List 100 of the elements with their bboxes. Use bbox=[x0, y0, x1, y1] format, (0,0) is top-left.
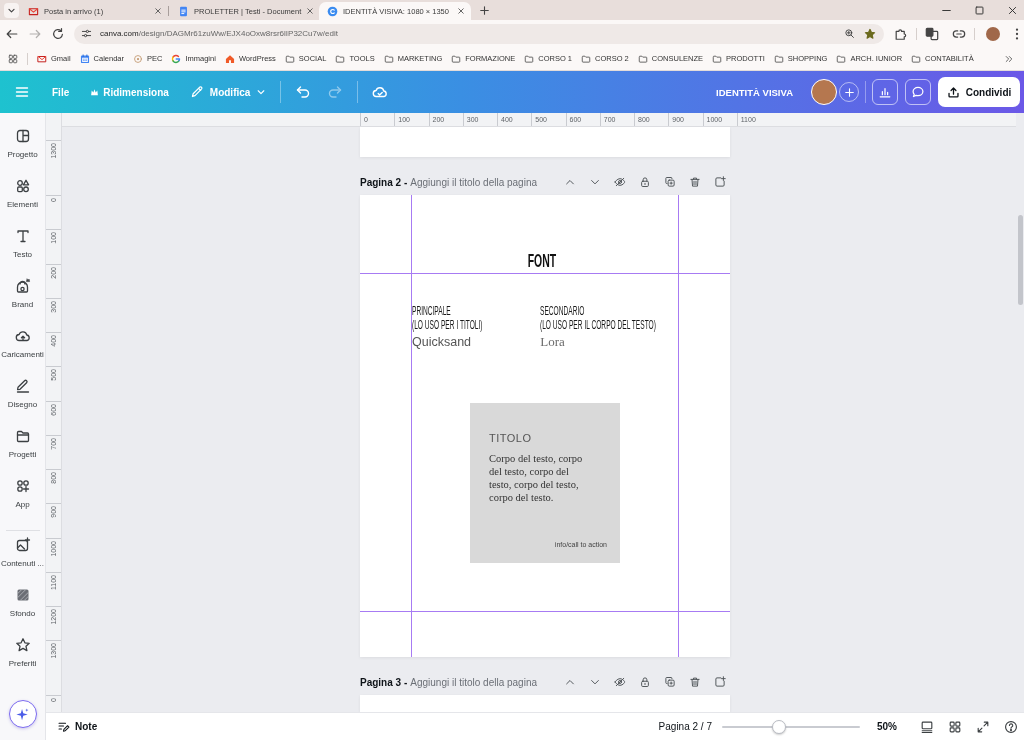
scrollbar-thumb[interactable] bbox=[1017, 215, 1023, 305]
sidebar-item[interactable]: Contenuti ... bbox=[0, 535, 45, 585]
sidebar-item[interactable]: Sfondo bbox=[0, 585, 45, 635]
star-icon[interactable] bbox=[864, 27, 876, 40]
folder-icon bbox=[911, 53, 922, 64]
bar-chart-icon bbox=[878, 85, 892, 99]
star-icon bbox=[14, 637, 31, 653]
expand-icon[interactable] bbox=[976, 719, 990, 734]
text-icon bbox=[14, 228, 31, 244]
comments-button[interactable] bbox=[905, 79, 931, 105]
folder-icon bbox=[712, 53, 723, 64]
heading-text: FONT bbox=[527, 251, 557, 271]
folder-icon bbox=[14, 428, 31, 444]
g-logo-icon bbox=[171, 53, 182, 64]
help-icon[interactable] bbox=[1004, 719, 1018, 734]
close-icon[interactable] bbox=[306, 7, 315, 15]
ring-dot-icon bbox=[133, 53, 144, 64]
assistant-button[interactable] bbox=[8, 700, 37, 728]
trash-icon[interactable] bbox=[689, 176, 701, 188]
avatar[interactable] bbox=[811, 79, 837, 105]
sidebar-item[interactable]: Progetti bbox=[0, 426, 45, 476]
comment-icon bbox=[911, 85, 925, 99]
cloud-upload-icon bbox=[14, 328, 31, 344]
add-page-icon[interactable] bbox=[714, 676, 726, 688]
reload-icon[interactable] bbox=[51, 26, 65, 41]
close-icon[interactable] bbox=[154, 7, 162, 15]
trash-icon[interactable] bbox=[689, 676, 701, 688]
sidebar-item[interactable]: Brand bbox=[0, 276, 45, 326]
chevron-down-icon bbox=[256, 87, 267, 97]
apps-icon bbox=[14, 478, 31, 494]
lock-icon[interactable] bbox=[639, 176, 651, 188]
puzzle-icon[interactable] bbox=[894, 26, 908, 41]
screen-icon[interactable] bbox=[920, 719, 934, 734]
page-title-field[interactable]: Aggiungi il titolo della pagina bbox=[410, 676, 537, 688]
profile-avatar[interactable] bbox=[986, 26, 1000, 41]
slider-thumb[interactable] bbox=[771, 719, 786, 734]
calendar-icon bbox=[79, 53, 90, 64]
folder-icon bbox=[836, 53, 847, 64]
apps-grid-icon[interactable] bbox=[8, 53, 18, 64]
cloud-check-icon[interactable] bbox=[372, 84, 389, 100]
page-title-field[interactable]: Aggiungi il titolo della pagina bbox=[410, 176, 537, 188]
eye-slash-icon[interactable] bbox=[614, 676, 626, 688]
zoom-slider[interactable] bbox=[722, 719, 860, 734]
maximize-icon[interactable] bbox=[974, 4, 985, 16]
double-chevron-icon[interactable] bbox=[1004, 53, 1014, 64]
share-icon bbox=[946, 85, 960, 99]
overlapping-squares-icon[interactable] bbox=[925, 26, 939, 41]
shapes-icon bbox=[14, 178, 31, 194]
sidebar-item[interactable]: Caricamenti bbox=[0, 326, 45, 376]
page-indicator[interactable]: Pagina 2 / 7 bbox=[658, 721, 712, 732]
eye-slash-icon[interactable] bbox=[614, 176, 626, 188]
share-button[interactable]: Condividi bbox=[938, 77, 1020, 107]
layout-icon bbox=[14, 128, 31, 144]
circle-logo-icon bbox=[327, 5, 338, 17]
notes-button[interactable]: Note bbox=[57, 720, 98, 733]
zoom-percentage[interactable]: 50% bbox=[877, 721, 897, 732]
image-plus-icon bbox=[14, 537, 31, 553]
font-usage-note: (LO USO PER IL CORPO DEL TESTO) bbox=[540, 318, 657, 332]
font-role-label: SECONDARIO bbox=[540, 304, 585, 318]
envelope-icon bbox=[28, 5, 39, 17]
document-icon bbox=[178, 5, 189, 17]
close-icon[interactable] bbox=[457, 7, 465, 15]
sidebar-item[interactable]: Elementi bbox=[0, 176, 45, 226]
address-bar[interactable]: canva.com/design/DAGMr61zuWw/EJX4oOxw8rsr6lIP32Cu7w/edit bbox=[74, 23, 884, 44]
font-name-sample: Quicksand bbox=[412, 334, 472, 351]
font-name-sample: Lora bbox=[540, 333, 565, 351]
close-icon[interactable] bbox=[1007, 4, 1018, 16]
folder-icon bbox=[524, 53, 535, 64]
font-usage-note: (LO USO PER I TITOLI) bbox=[412, 318, 483, 332]
plus-icon[interactable] bbox=[479, 5, 490, 16]
add-page-icon[interactable] bbox=[714, 176, 726, 188]
sidebar-item[interactable]: Testo bbox=[0, 226, 45, 276]
font-role-label: PRINCIPALE bbox=[412, 304, 451, 318]
tab-list-button[interactable] bbox=[4, 3, 19, 18]
lock-icon[interactable] bbox=[639, 676, 651, 688]
sidebar-item[interactable]: Progetto bbox=[0, 126, 45, 176]
crown-icon bbox=[90, 87, 100, 97]
bag-icon bbox=[14, 278, 31, 294]
folder-icon bbox=[773, 53, 784, 64]
sliders-icon[interactable] bbox=[81, 28, 92, 39]
chevron-down-icon bbox=[7, 6, 16, 15]
folder-icon bbox=[581, 53, 592, 64]
design-title[interactable]: IDENTITÀ VISIVA bbox=[716, 86, 793, 98]
copy-icon[interactable] bbox=[664, 676, 676, 688]
sidebar-item[interactable]: Preferiti bbox=[0, 635, 45, 685]
undo-icon[interactable] bbox=[295, 84, 312, 100]
zoom-icon[interactable] bbox=[844, 28, 855, 39]
insights-button[interactable] bbox=[872, 79, 898, 105]
sidebar-item[interactable]: App bbox=[0, 476, 45, 526]
folder-icon bbox=[383, 53, 394, 64]
pen-icon bbox=[14, 378, 31, 394]
page-label: Pagina 3 - bbox=[360, 676, 408, 688]
copy-icon[interactable] bbox=[664, 176, 676, 188]
grid-view-icon[interactable] bbox=[948, 719, 962, 734]
sidebar-item[interactable]: Disegno bbox=[0, 376, 45, 426]
page-label: Pagina 2 - bbox=[360, 176, 408, 188]
pencil-icon bbox=[189, 85, 204, 99]
card-body-text: Corpo del testo, corpo del testo, corpo del testo, corpo del testo, corpo del testo. bbox=[489, 452, 584, 504]
folder-icon bbox=[284, 53, 295, 64]
design-page[interactable] bbox=[360, 195, 730, 657]
